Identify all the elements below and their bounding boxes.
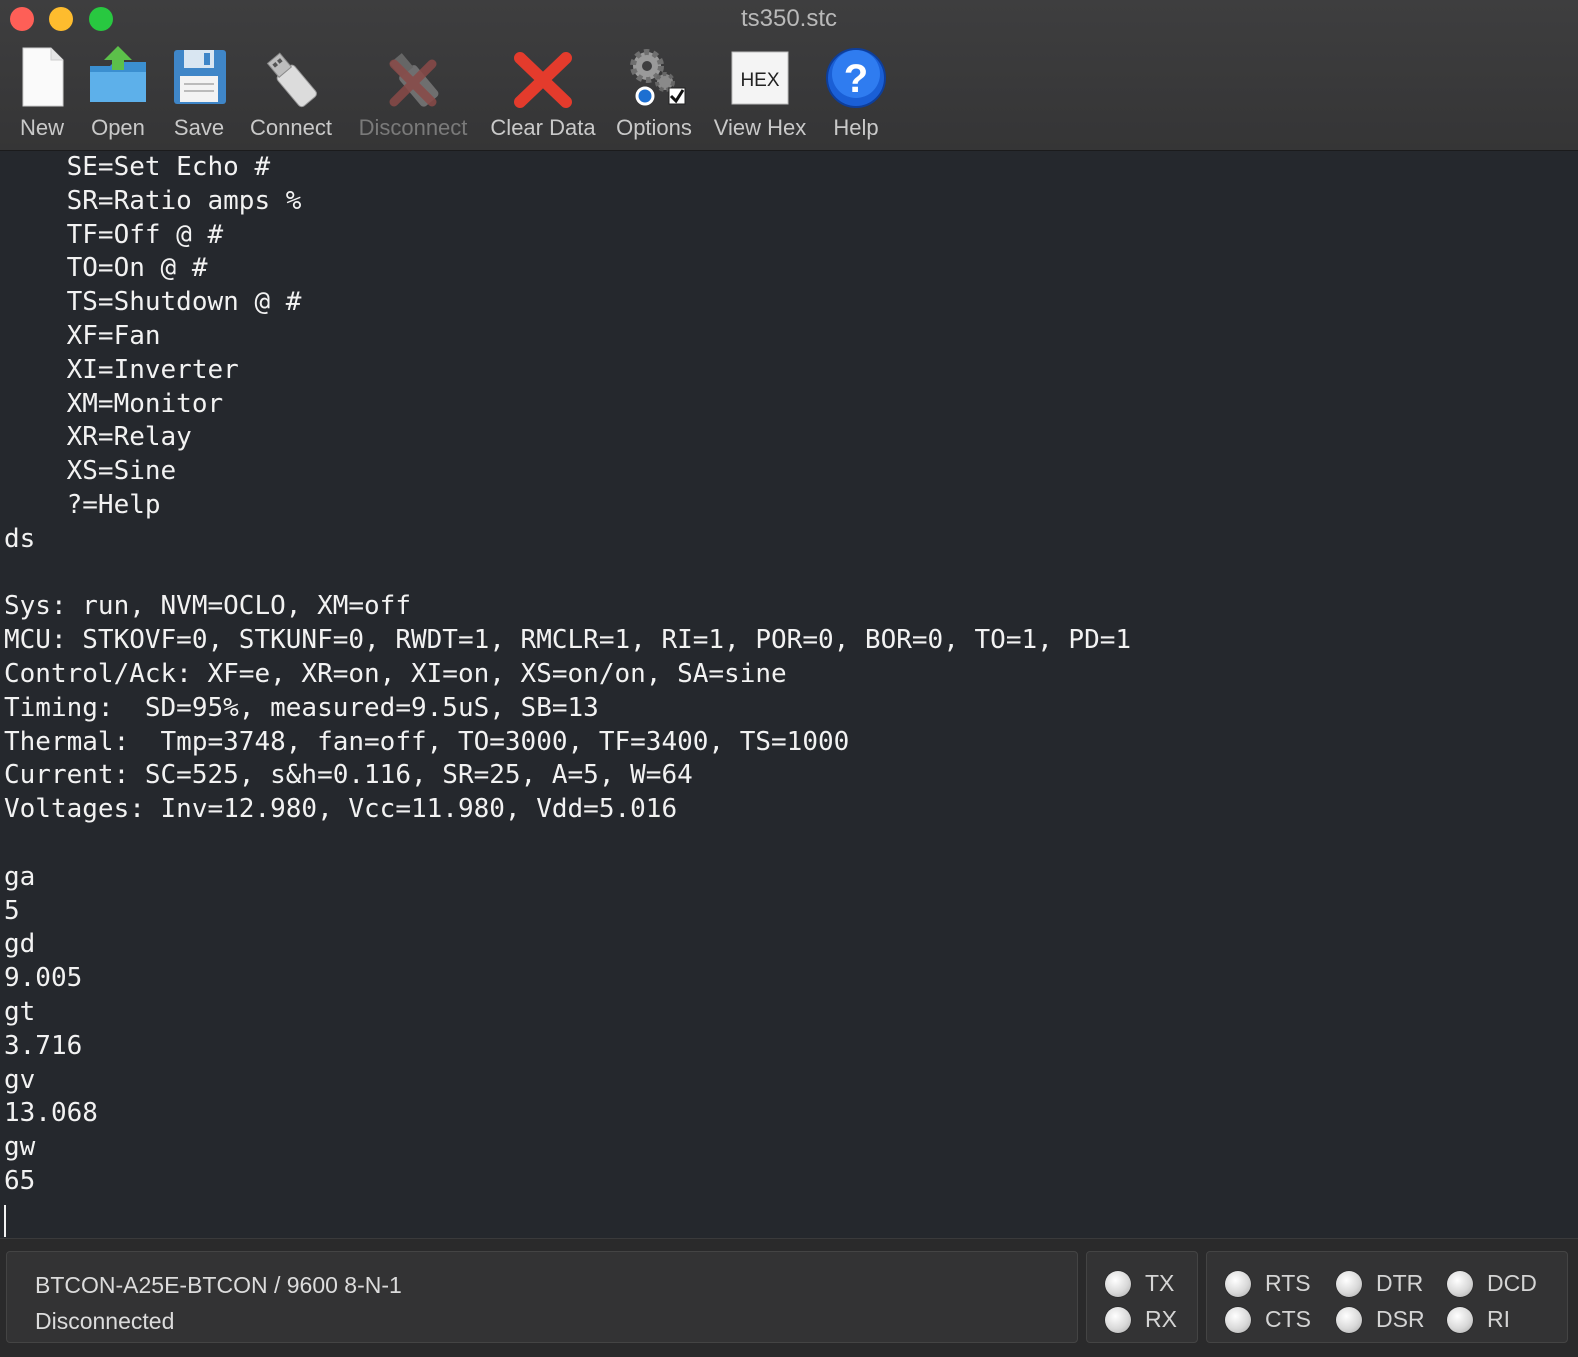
terminal-line: TS=Shutdown @ # (4, 287, 302, 318)
line-signal-panel: RTS CTS DTR DSR DCD RI (1206, 1251, 1568, 1343)
ri-indicator: RI (1447, 1306, 1510, 1333)
terminal-line: Sys: run, NVM=OCLO, XM=off (4, 591, 411, 622)
cts-label: CTS (1265, 1306, 1311, 1332)
app-window: ts350.stc New Open Save Connect Disconne… (0, 0, 1578, 1357)
terminal-line: Control/Ack: XF=e, XR=on, XI=on, XS=on/o… (4, 658, 787, 689)
clear-data-label: Clear Data (490, 115, 596, 140)
terminal-line: TO=On @ # (4, 253, 208, 284)
floppy-disk-icon (174, 50, 226, 104)
options-button[interactable]: Options (613, 44, 695, 141)
help-icon-text: ? (844, 57, 868, 101)
terminal-line: XI=Inverter (4, 354, 239, 385)
hex-icon: HEX (731, 51, 789, 105)
dtr-indicator: DTR (1336, 1270, 1423, 1297)
tx-led-icon (1105, 1270, 1131, 1297)
terminal-line: XR=Relay (4, 422, 192, 453)
terminal-line: Voltages: Inv=12.980, Vcc=11.980, Vdd=5.… (4, 794, 678, 825)
options-label: Options (616, 115, 692, 140)
new-document-icon (22, 47, 64, 107)
disconnect-button[interactable]: Disconnect (354, 44, 472, 141)
terminal-line: ga (4, 861, 36, 892)
cts-indicator: CTS (1225, 1306, 1311, 1333)
save-button[interactable]: Save (170, 44, 228, 141)
new-button[interactable]: New (12, 44, 72, 141)
txrx-indicator-panel: TX RX (1086, 1251, 1198, 1343)
terminal-line: 3.716 (4, 1030, 83, 1061)
rx-indicator: RX (1105, 1306, 1177, 1333)
dcd-led-icon (1447, 1270, 1473, 1297)
terminal-line: Thermal: Tmp=3748, fan=off, TO=3000, TF=… (4, 726, 850, 757)
view-hex-button[interactable]: HEX View Hex (711, 44, 809, 141)
rts-indicator: RTS (1225, 1270, 1311, 1297)
ri-label: RI (1487, 1306, 1510, 1332)
terminal-line: XM=Monitor (4, 388, 224, 419)
terminal-line: gw (4, 1132, 36, 1163)
dcd-label: DCD (1487, 1270, 1537, 1296)
hex-icon-text: HEX (740, 70, 779, 91)
dtr-label: DTR (1376, 1270, 1424, 1296)
terminal-line: 5 (4, 895, 20, 926)
gears-icon (630, 49, 686, 106)
rx-led-icon (1105, 1306, 1131, 1333)
open-label: Open (91, 115, 145, 140)
disconnect-label: Disconnect (358, 115, 468, 140)
help-button[interactable]: ? Help (824, 44, 888, 141)
connect-label: Connect (250, 115, 332, 140)
terminal-line: XF=Fan (4, 320, 161, 351)
status-bar: BTCON-A25E-BTCON / 9600 8-N-1 Disconnect… (0, 1238, 1578, 1357)
usb-plug-icon (266, 52, 317, 108)
rx-label: RX (1145, 1306, 1177, 1332)
terminal-line: TF=Off @ # (4, 219, 224, 250)
ri-led-icon (1447, 1306, 1473, 1333)
terminal-line: SR=Ratio amps % (4, 185, 302, 216)
text-cursor (4, 1205, 6, 1237)
open-button[interactable]: Open (86, 44, 150, 141)
terminal-line: SE=Set Echo # (4, 152, 271, 182)
toolbar: ts350.stc New Open Save Connect Disconne… (0, 0, 1578, 151)
terminal-line: 65 (4, 1165, 36, 1196)
terminal-line: MCU: STKOVF=0, STKUNF=0, RWDT=1, RMCLR=1… (4, 625, 1132, 656)
clear-data-button[interactable]: Clear Data (488, 44, 598, 141)
usb-disconnect-icon (389, 53, 439, 107)
terminal-line: 13.068 (4, 1098, 98, 1129)
help-icon: ? (826, 48, 886, 108)
rts-label: RTS (1265, 1270, 1311, 1296)
tx-label: TX (1145, 1270, 1175, 1296)
view-hex-label: View Hex (713, 115, 807, 140)
port-settings: BTCON-A25E-BTCON / 9600 8-N-1 (35, 1272, 402, 1298)
red-x-icon (514, 52, 572, 108)
dsr-label: DSR (1376, 1306, 1425, 1332)
dsr-led-icon (1336, 1306, 1362, 1333)
open-folder-icon (90, 46, 146, 102)
terminal-line: gd (4, 929, 36, 960)
new-label: New (19, 115, 64, 140)
help-label: Help (833, 115, 879, 140)
terminal-line: ds (4, 523, 36, 554)
terminal-line: gv (4, 1064, 36, 1095)
terminal-output[interactable]: SE=Set Echo # SR=Ratio amps % TF=Off @ #… (0, 151, 1578, 1237)
terminal-line: Current: SC=525, s&h=0.116, SR=25, A=5, … (4, 760, 693, 791)
connection-info-panel: BTCON-A25E-BTCON / 9600 8-N-1 Disconnect… (6, 1251, 1078, 1343)
dsr-indicator: DSR (1336, 1306, 1425, 1333)
window-title: ts350.stc (740, 5, 838, 32)
cts-led-icon (1225, 1306, 1251, 1333)
terminal-line: gt (4, 996, 36, 1027)
tx-indicator: TX (1105, 1270, 1174, 1297)
terminal-line: Timing: SD=95%, measured=9.5uS, SB=13 (4, 692, 599, 723)
connection-status: Disconnected (35, 1308, 175, 1334)
terminal-line: ?=Help (4, 489, 161, 520)
dcd-indicator: DCD (1447, 1270, 1537, 1297)
save-label: Save (173, 115, 225, 140)
rts-led-icon (1225, 1270, 1251, 1297)
connect-button[interactable]: Connect (245, 44, 337, 141)
terminal-line: XS=Sine (4, 456, 177, 487)
terminal-text: SE=Set Echo # SR=Ratio amps % TF=Off @ #… (0, 151, 1578, 1199)
dtr-led-icon (1336, 1270, 1362, 1297)
terminal-line: 9.005 (4, 963, 83, 994)
